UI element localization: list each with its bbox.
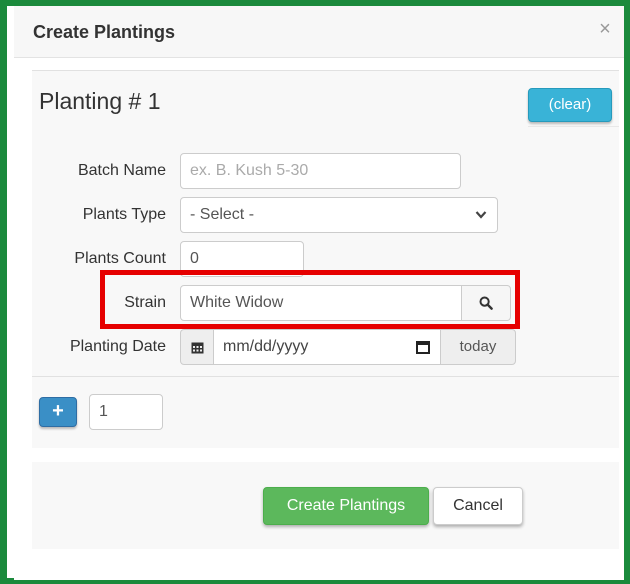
batch-name-input[interactable]: ex. B. Kush 5-30 (180, 153, 461, 189)
add-count-input[interactable]: 1 (89, 394, 163, 430)
chevron-down-icon (475, 198, 487, 245)
clear-button[interactable]: (clear) (528, 88, 612, 122)
modal-header: Create Plantings × (14, 6, 624, 58)
close-icon[interactable]: × (594, 18, 616, 40)
cancel-button[interactable]: Cancel (433, 487, 523, 525)
plants-count-label: Plants Count (74, 250, 166, 267)
strain-highlight-box (100, 270, 520, 329)
modal-title: Create Plantings (33, 22, 176, 42)
form-divider (32, 376, 619, 377)
planting-date-label: Planting Date (69, 338, 166, 355)
planting-form: Batch Name ex. B. Kush 5-30 Plants Type … (32, 140, 619, 380)
calendar-icon (191, 338, 204, 355)
planting-date-placeholder: mm/dd/yyyy (223, 338, 309, 355)
panel-top-divider (32, 70, 619, 71)
footer-spacer (32, 549, 619, 578)
today-button[interactable]: today (440, 329, 516, 365)
clear-divider (528, 126, 619, 127)
section-gap (32, 448, 619, 462)
date-picker-icon[interactable] (416, 330, 430, 364)
add-planting-button[interactable]: + (39, 397, 77, 427)
planting-heading: Planting # 1 (39, 88, 161, 114)
batch-name-label: Batch Name (77, 162, 166, 179)
plants-type-label: Plants Type (82, 206, 166, 223)
create-plantings-button[interactable]: Create Plantings (263, 487, 429, 525)
planting-date-input[interactable]: mm/dd/yyyy (213, 329, 441, 365)
calendar-addon (180, 329, 214, 365)
plants-type-selected: - Select - (190, 206, 255, 223)
plants-type-select[interactable]: - Select - (180, 197, 498, 233)
